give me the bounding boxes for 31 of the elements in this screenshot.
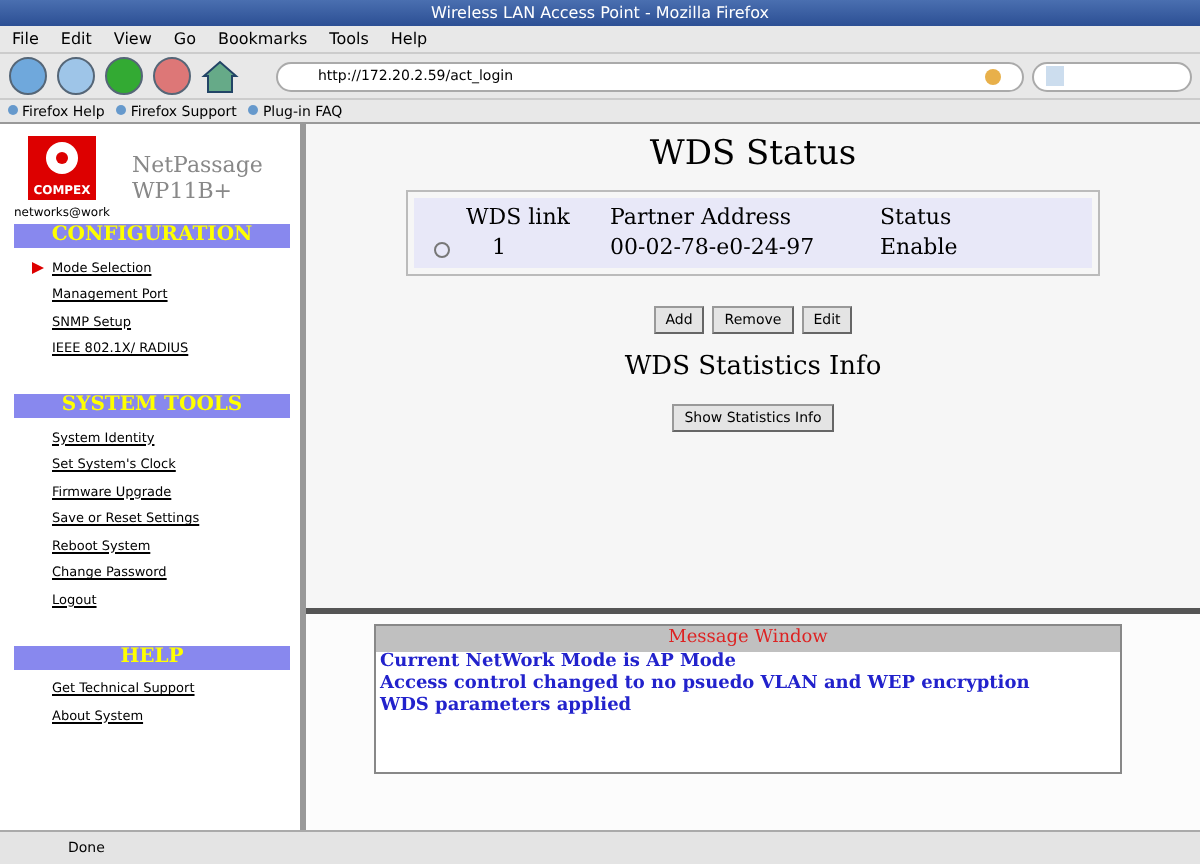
- section-header: HELP: [14, 645, 290, 669]
- column-header: Partner Address: [610, 202, 794, 232]
- menu-item[interactable]: Edit: [60, 30, 92, 48]
- message-window-title: Message Window: [376, 626, 1120, 652]
- column-header: Status: [880, 202, 954, 232]
- section-title: WDS Statistics Info: [624, 352, 882, 382]
- menu-item[interactable]: View: [113, 30, 152, 48]
- menu-item[interactable]: Help: [390, 30, 428, 48]
- bookmark-icon: [116, 103, 127, 119]
- message-line: WDS parameters applied: [377, 696, 634, 718]
- table-cell-text: Enable: [880, 232, 960, 262]
- bookmark-icon: [248, 103, 259, 119]
- home-icon[interactable]: [200, 56, 240, 96]
- section-header: SYSTEM TOOLS: [14, 394, 290, 418]
- pointer-icon: [32, 261, 44, 274]
- radio-button[interactable]: [434, 242, 450, 258]
- table-cell-text: 1: [490, 232, 508, 262]
- window-title: Wireless LAN Access Point - Mozilla Firefox: [430, 4, 769, 22]
- product-name: NetPassage WP11B+: [132, 150, 263, 204]
- page-title: WDS Status: [649, 134, 857, 174]
- menu-item[interactable]: Tools: [329, 30, 369, 48]
- menu-item[interactable]: Bookmarks: [217, 30, 308, 48]
- table-cell-text: 00-02-78-e0-24-97: [610, 232, 817, 262]
- message-line: Current NetWork Mode is AP Mode: [378, 652, 738, 674]
- bookmark-icon: [8, 103, 18, 119]
- section-header: CONFIGURATION: [14, 224, 290, 248]
- message-line: Access control changed to no psuedo VLAN and WEP encryption: [378, 674, 1032, 696]
- menu-item[interactable]: Go: [173, 30, 196, 48]
- menu-item[interactable]: File: [12, 30, 39, 48]
- column-header: WDS link: [466, 202, 572, 232]
- search-field[interactable]: [1032, 61, 1192, 91]
